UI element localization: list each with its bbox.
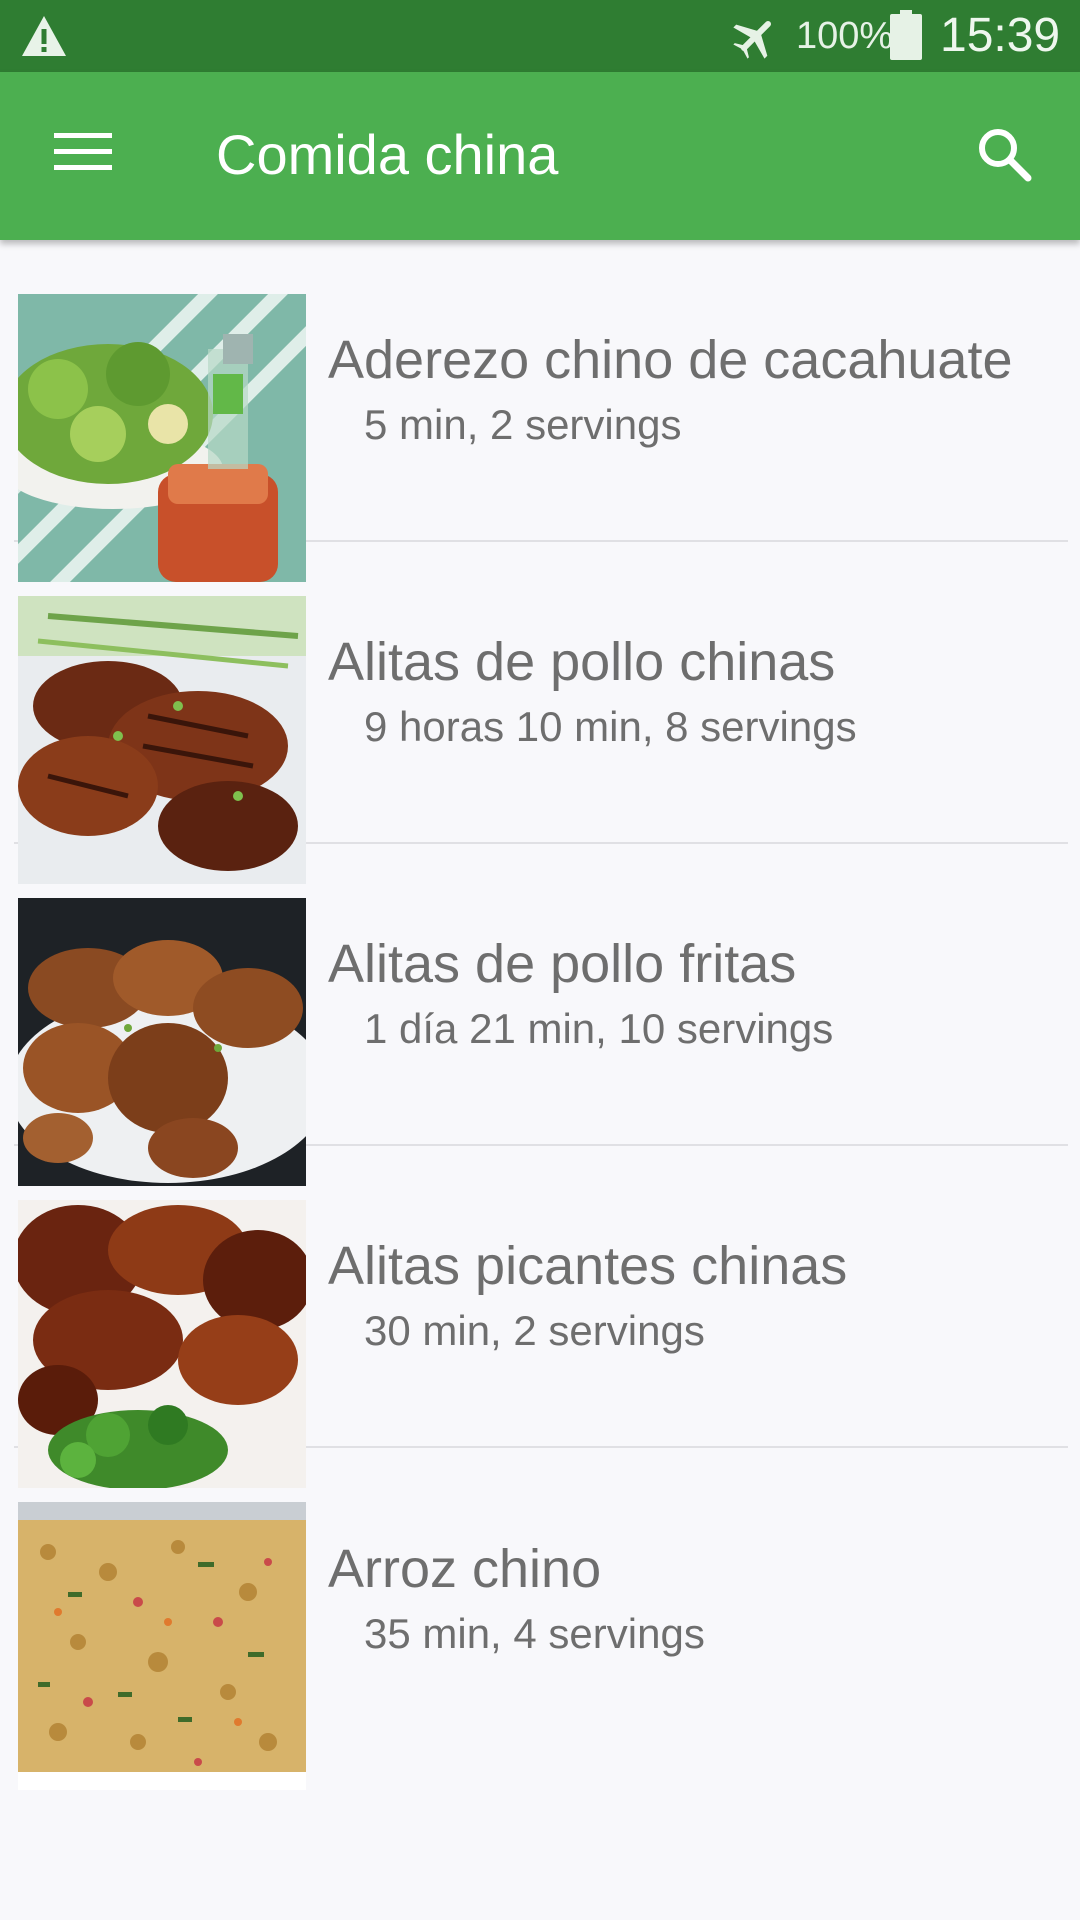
battery-icon: [890, 10, 922, 60]
recipe-thumbnail: [18, 294, 306, 582]
recipe-text: Alitas picantes chinas 30 min, 2 serving…: [328, 1146, 1058, 1446]
recipe-thumbnail: [18, 1502, 306, 1790]
recipe-item[interactable]: Alitas de pollo fritas 1 día 21 min, 10 …: [14, 844, 1068, 1186]
recipe-meta: 30 min, 2 servings: [364, 1307, 705, 1354]
recipe-thumbnail: [18, 898, 306, 1186]
recipe-meta: 1 día 21 min, 10 servings: [364, 1005, 834, 1052]
recipe-thumbnail: [18, 596, 306, 884]
recipe-name: Alitas de pollo fritas: [328, 934, 797, 994]
status-bar: 100% 15:39: [0, 0, 1080, 72]
menu-icon[interactable]: [54, 127, 112, 175]
recipe-text: Alitas de pollo fritas 1 día 21 min, 10 …: [328, 844, 1058, 1144]
recipe-thumbnail: [18, 1200, 306, 1488]
search-icon[interactable]: [974, 124, 1034, 184]
recipe-item[interactable]: Aderezo chino de cacahuate 5 min, 2 serv…: [14, 240, 1068, 582]
recipe-name: Alitas de pollo chinas: [328, 632, 836, 692]
recipe-name: Aderezo chino de cacahuate: [328, 330, 1013, 390]
recipe-meta: 35 min, 4 servings: [364, 1610, 705, 1657]
battery-percent: 100%: [796, 15, 894, 57]
recipe-meta: 9 horas 10 min, 8 servings: [364, 703, 857, 750]
recipe-name: Arroz chino: [328, 1539, 602, 1599]
recipe-text: Arroz chino 35 min, 4 servings: [328, 1448, 1058, 1750]
recipe-name: Alitas picantes chinas: [328, 1236, 848, 1296]
recipe-text: Aderezo chino de cacahuate 5 min, 2 serv…: [328, 240, 1058, 540]
app-bar: Comida china: [0, 72, 1080, 240]
warning-icon: [22, 16, 66, 56]
clock: 15:39: [940, 9, 1061, 62]
recipe-meta: 5 min, 2 servings: [364, 401, 682, 448]
recipe-text: Alitas de pollo chinas 9 horas 10 min, 8…: [328, 542, 1058, 842]
airplane-mode-icon: [733, 20, 772, 59]
app-title: Comida china: [216, 123, 559, 186]
recipe-item[interactable]: Arroz chino 35 min, 4 servings: [14, 1448, 1068, 1790]
recipe-item[interactable]: Alitas de pollo chinas 9 horas 10 min, 8…: [14, 542, 1068, 884]
recipe-item[interactable]: Alitas picantes chinas 30 min, 2 serving…: [14, 1146, 1068, 1488]
